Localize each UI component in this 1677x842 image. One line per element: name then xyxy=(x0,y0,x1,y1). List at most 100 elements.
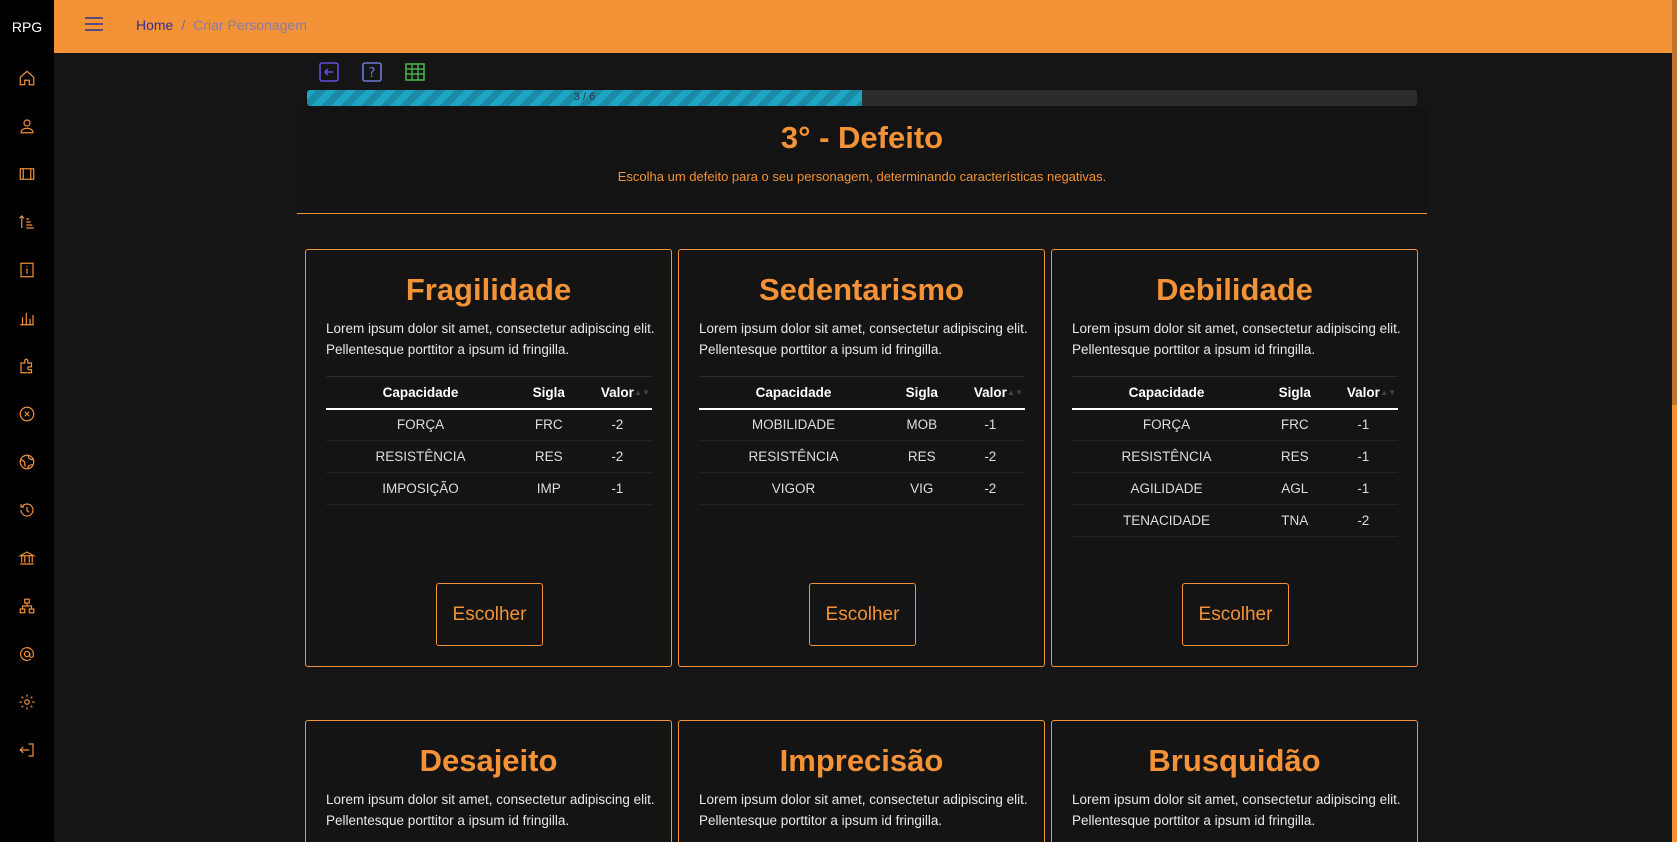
column-header-valor[interactable]: Valor ▲▼ xyxy=(582,376,652,410)
defect-card: Imprecisão Lorem ipsum dolor sit amet, co… xyxy=(678,720,1045,842)
column-header-capacidade[interactable]: Capacidade xyxy=(326,376,515,410)
cell-valor: -2 xyxy=(1328,504,1398,537)
card-description: Lorem ipsum dolor sit amet, consectetur … xyxy=(1072,792,1401,828)
progress-bar: 3 / 6 xyxy=(307,90,1417,106)
logout-icon[interactable] xyxy=(17,740,37,760)
card-title: Desajeito xyxy=(419,743,558,778)
card-description: Lorem ipsum dolor sit amet, consectetur … xyxy=(699,321,1028,357)
cell-valor: -2 xyxy=(582,440,652,473)
card-title: Brusquidão xyxy=(1148,743,1321,778)
scrollbar-thumb[interactable] xyxy=(1672,0,1677,405)
sort-icon[interactable]: ▲▼ xyxy=(1007,388,1023,397)
svg-text:?: ? xyxy=(369,66,376,81)
table-row: IMPOSIÇÃO IMP -1 xyxy=(326,472,652,505)
cell-valor: -1 xyxy=(582,472,652,505)
sort-icon[interactable]: ▲▼ xyxy=(634,388,650,397)
cell-sigla: RES xyxy=(514,440,583,473)
cell-capacidade: FORÇA xyxy=(1072,408,1261,441)
cell-sigla: IMP xyxy=(514,472,583,505)
cell-capacidade: AGILIDADE xyxy=(1072,472,1261,505)
attributes-table: Capacidade Sigla Valor ▲▼ MOBILIDADE MOB -1 RES… xyxy=(699,376,1025,505)
cell-valor: -1 xyxy=(1328,408,1398,441)
table-icon[interactable] xyxy=(404,61,426,83)
home-icon[interactable] xyxy=(17,68,37,88)
table-row: MOBILIDADE MOB -1 xyxy=(699,408,1025,441)
sitemap-icon[interactable] xyxy=(17,596,37,616)
column-header-sigla[interactable]: Sigla xyxy=(514,376,583,410)
column-header-capacidade[interactable]: Capacidade xyxy=(1072,376,1261,410)
cell-capacidade: VIGOR xyxy=(699,472,888,505)
column-header-valor-label: Valor xyxy=(973,384,1007,400)
back-arrow-icon[interactable] xyxy=(318,61,340,83)
sort-ascending-icon[interactable] xyxy=(17,212,37,232)
cell-capacidade: MOBILIDADE xyxy=(699,408,888,441)
column-header-capacidade[interactable]: Capacidade xyxy=(699,376,888,410)
cell-sigla: MOB xyxy=(887,408,956,441)
choose-button[interactable]: Escolher xyxy=(809,583,916,646)
defect-card: Debilidade Lorem ipsum dolor sit amet, co… xyxy=(1051,249,1418,667)
table-row: FORÇA FRC -2 xyxy=(326,408,652,441)
attributes-table: Capacidade Sigla Valor ▲▼ FORÇA FRC -1 RESISTÊN… xyxy=(1072,376,1398,537)
table-row: AGILIDADE AGL -1 xyxy=(1072,472,1398,505)
card-title: Fragilidade xyxy=(405,272,572,307)
card-title: Debilidade xyxy=(1156,272,1313,307)
bar-chart-icon[interactable] xyxy=(17,308,37,328)
sort-icon[interactable]: ▲▼ xyxy=(1380,388,1396,397)
column-header-valor-label: Valor xyxy=(1346,384,1380,400)
column-header-sigla[interactable]: Sigla xyxy=(887,376,956,410)
choose-button[interactable]: Escolher xyxy=(1182,583,1289,646)
cell-sigla: AGL xyxy=(1260,472,1329,505)
puzzle-icon[interactable] xyxy=(17,356,37,376)
column-header-valor[interactable]: Valor ▲▼ xyxy=(1328,376,1398,410)
breadcrumb-home-link[interactable]: Home xyxy=(136,17,173,33)
sidebar: RPG xyxy=(0,0,54,842)
close-circle-icon[interactable] xyxy=(17,404,37,424)
cell-valor: -1 xyxy=(955,408,1025,441)
cell-capacidade: TENACIDADE xyxy=(1072,504,1261,537)
breadcrumb: Home / Criar Personagem xyxy=(136,17,307,33)
table-row: FORÇA FRC -1 xyxy=(1072,408,1398,441)
table-row: RESISTÊNCIA RES -2 xyxy=(699,440,1025,473)
cell-valor: -2 xyxy=(582,408,652,441)
cell-capacidade: FORÇA xyxy=(326,408,515,441)
column-header-sigla[interactable]: Sigla xyxy=(1260,376,1329,410)
film-icon[interactable] xyxy=(17,164,37,184)
info-icon[interactable] xyxy=(17,260,37,280)
card-description: Lorem ipsum dolor sit amet, consectetur … xyxy=(1072,321,1401,357)
table-row: TENACIDADE TNA -2 xyxy=(1072,504,1398,537)
cell-capacidade: RESISTÊNCIA xyxy=(699,440,888,473)
breadcrumb-separator: / xyxy=(181,17,186,33)
hamburger-menu-icon[interactable] xyxy=(85,17,103,31)
cell-sigla: RES xyxy=(887,440,956,473)
card-description: Lorem ipsum dolor sit amet, consectetur … xyxy=(326,321,655,357)
bank-icon[interactable] xyxy=(17,548,37,568)
cell-valor: -1 xyxy=(1328,440,1398,473)
cell-capacidade: IMPOSIÇÃO xyxy=(326,472,515,505)
table-row: VIGOR VIG -2 xyxy=(699,472,1025,505)
cell-sigla: FRC xyxy=(514,408,583,441)
cell-sigla: VIG xyxy=(887,472,956,505)
cell-sigla: FRC xyxy=(1260,408,1329,441)
cell-valor: -1 xyxy=(1328,472,1398,505)
column-header-valor-label: Valor xyxy=(600,384,634,400)
choose-button[interactable]: Escolher xyxy=(436,583,543,646)
column-header-valor[interactable]: Valor ▲▼ xyxy=(955,376,1025,410)
gear-icon[interactable] xyxy=(17,692,37,712)
help-icon[interactable]: ? xyxy=(361,61,383,83)
history-icon[interactable] xyxy=(17,500,37,520)
globe-icon[interactable] xyxy=(17,452,37,472)
defect-card: Desajeito Lorem ipsum dolor sit amet, con… xyxy=(305,720,672,842)
defect-card: Fragilidade Lorem ipsum dolor sit amet, c… xyxy=(305,249,672,667)
cell-valor: -2 xyxy=(955,440,1025,473)
cell-capacidade: RESISTÊNCIA xyxy=(1072,440,1261,473)
step-header: 3° - Defeito Escolha um defeito para o s… xyxy=(297,106,1427,214)
at-icon[interactable] xyxy=(17,644,37,664)
card-description: Lorem ipsum dolor sit amet, consectetur … xyxy=(699,792,1028,828)
defect-card: Sedentarismo Lorem ipsum dolor sit amet, … xyxy=(678,249,1045,667)
table-row: RESISTÊNCIA RES -1 xyxy=(1072,440,1398,473)
card-title: Sedentarismo xyxy=(758,272,964,307)
brand-logo[interactable]: RPG xyxy=(0,0,54,53)
card-title: Imprecisão xyxy=(779,743,944,778)
progress-label: 3 / 6 xyxy=(573,91,596,103)
user-icon[interactable] xyxy=(17,116,37,136)
